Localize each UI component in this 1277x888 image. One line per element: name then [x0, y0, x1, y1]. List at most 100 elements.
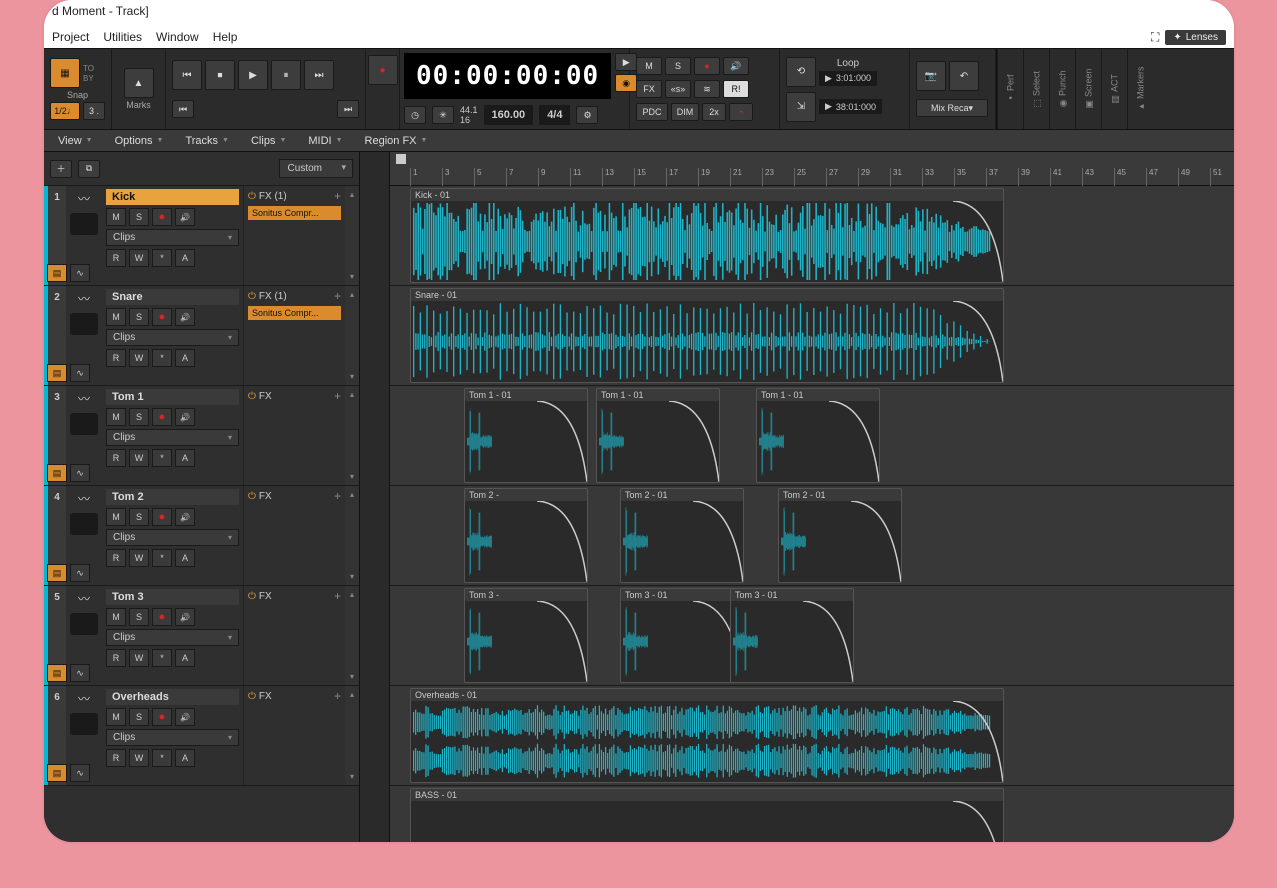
viewbar-options[interactable]: Options▼ [105, 133, 174, 149]
track-lane[interactable]: BASS - 01 [390, 786, 1234, 842]
fx-power-icon[interactable]: ⏻ [248, 191, 256, 202]
track-waveform-icon[interactable]: ∿ [70, 664, 90, 682]
audio-clip[interactable]: Snare - 01 [410, 288, 1004, 383]
audio-clip[interactable]: BASS - 01 [410, 788, 1004, 842]
track-automation-*[interactable]: * [152, 649, 172, 667]
track-automation-R[interactable]: R [106, 349, 126, 367]
audio-clip[interactable]: Overheads - 01 [410, 688, 1004, 783]
record-button[interactable]: ● [368, 55, 398, 85]
track-name[interactable]: Snare [106, 289, 239, 305]
track-edit-filter-icon[interactable]: ▤ [47, 264, 67, 282]
track-header[interactable]: 1 〰 Kick M S Clips RW*A ⏻ FX (1)+ Sonitu… [44, 186, 359, 286]
viewbar-clips[interactable]: Clips▼ [241, 133, 296, 149]
track-edit-filter-icon[interactable]: ▤ [47, 564, 67, 582]
track-clips-dropdown[interactable]: Clips [106, 329, 239, 346]
track-solo-button[interactable]: S [129, 708, 149, 726]
track-arm-button[interactable] [152, 208, 172, 226]
track-solo-button[interactable]: S [129, 508, 149, 526]
track-collapse[interactable]: ▴▾ [345, 486, 359, 585]
loop-out[interactable]: ▶ 38:01:000 [819, 99, 882, 114]
track-mute-button[interactable]: M [106, 708, 126, 726]
track-header[interactable]: 5 〰 Tom 3 M S Clips RW*A ⏻ FX+ ▴▾ ▤ ∿ [44, 586, 359, 686]
menu-utilities[interactable]: Utilities [103, 30, 142, 44]
track-header[interactable]: 6 〰 Overheads M S Clips RW*A ⏻ FX+ ▴▾ ▤ … [44, 686, 359, 786]
track-automation-R[interactable]: R [106, 549, 126, 567]
dim-button[interactable]: DIM [671, 103, 699, 121]
screenshot-button[interactable]: 📷 [916, 61, 946, 91]
menu-help[interactable]: Help [213, 30, 238, 44]
sidetab-markers[interactable]: ▸Markers [1127, 49, 1153, 129]
clip-fadeout[interactable] [803, 601, 853, 682]
track-collapse[interactable]: ▴▾ [345, 686, 359, 785]
track-fx-header[interactable]: ⏻ FX+ [248, 389, 341, 403]
track-automation-A[interactable]: A [175, 449, 195, 467]
timeline[interactable]: 1357911131517192123252729313335373941434… [390, 152, 1234, 842]
track-automation-A[interactable]: A [175, 649, 195, 667]
audio-clip[interactable]: Tom 3 - [464, 588, 588, 683]
audio-clip[interactable]: Tom 2 - [464, 488, 588, 583]
track-edit-filter-icon[interactable]: ▤ [47, 764, 67, 782]
menu-project[interactable]: Project [52, 30, 89, 44]
audio-clip[interactable]: Tom 3 - 01 [620, 588, 744, 683]
track-automation-R[interactable]: R [106, 749, 126, 767]
clip-fadeout[interactable] [953, 701, 1003, 782]
track-name[interactable]: Tom 2 [106, 489, 239, 505]
track-name[interactable]: Tom 1 [106, 389, 239, 405]
track-clips-dropdown[interactable]: Clips [106, 629, 239, 646]
fx-add-icon[interactable]: + [334, 589, 341, 603]
clip-fadeout[interactable] [953, 201, 1003, 282]
lenses-button[interactable]: ✦ Lenses [1165, 30, 1226, 45]
track-monitor-button[interactable] [175, 508, 195, 526]
ffwd-button[interactable]: ⏭ [304, 60, 334, 90]
loop-toggle-icon[interactable]: ⟲ [786, 57, 816, 87]
clip-fadeout[interactable] [537, 601, 587, 682]
tempo-value[interactable]: 160.00 [484, 105, 534, 125]
track-collapse[interactable]: ▴▾ [345, 386, 359, 485]
track-lane[interactable]: Tom 1 - 01 Tom 1 - 01 Tom 1 - 01 [390, 386, 1234, 486]
mute-button[interactable]: M [636, 57, 662, 75]
track-clips-dropdown[interactable]: Clips [106, 529, 239, 546]
track-monitor-button[interactable] [175, 408, 195, 426]
track-automation-*[interactable]: * [152, 449, 172, 467]
track-automation-W[interactable]: W [129, 249, 149, 267]
track-solo-button[interactable]: S [129, 408, 149, 426]
audio-clip[interactable]: Kick - 01 [410, 188, 1004, 283]
clip-fadeout[interactable] [693, 501, 743, 582]
track-preset-dropdown[interactable]: Custom [279, 159, 353, 178]
viewbar-tracks[interactable]: Tracks▼ [175, 133, 239, 149]
clip-fadeout[interactable] [851, 501, 901, 582]
marks-button[interactable]: ▲ [124, 68, 154, 98]
goto-start-button[interactable]: ⏮ [172, 100, 194, 118]
fx-power-icon[interactable]: ⏻ [248, 491, 256, 502]
viewbar-regionfx[interactable]: Region FX▼ [355, 133, 438, 149]
track-mute-button[interactable]: M [106, 608, 126, 626]
track-monitor-button[interactable] [175, 608, 195, 626]
track-fx-chip[interactable]: Sonitus Compr... [248, 306, 341, 320]
sidetab-select[interactable]: ⬚Select [1023, 49, 1049, 129]
sidetab-act[interactable]: ▤ACT [1101, 49, 1127, 129]
solo-button[interactable]: S [665, 57, 691, 75]
track-monitor-button[interactable] [175, 308, 195, 326]
fx-bypass-button[interactable]: FX [636, 80, 662, 98]
track-waveform-icon[interactable]: ∿ [70, 564, 90, 582]
track-fx-chip[interactable]: Sonitus Compr... [248, 206, 341, 220]
track-arm-button[interactable] [152, 508, 172, 526]
track-automation-W[interactable]: W [129, 449, 149, 467]
track-automation-A[interactable]: A [175, 349, 195, 367]
track-lane[interactable]: Tom 2 - Tom 2 - 01 Tom 2 - 01 [390, 486, 1234, 586]
timecode-display[interactable]: 00:00:00:00 [404, 53, 611, 99]
track-fx-header[interactable]: ⏻ FX+ [248, 689, 341, 703]
pause-button[interactable]: ⏸ [271, 60, 301, 90]
stop-button[interactable]: ⏹ [205, 60, 235, 90]
timesig-value[interactable]: 4/4 [539, 105, 570, 125]
arm-button[interactable]: ● [694, 57, 720, 75]
undo-button[interactable]: ↶ [949, 61, 979, 91]
track-lane[interactable]: Kick - 01 [390, 186, 1234, 286]
track-fx-header[interactable]: ⏻ FX (1)+ [248, 189, 341, 203]
fullscreen-icon[interactable]: ⛶ [1151, 30, 1159, 45]
punch-toggle-icon[interactable]: ⇲ [786, 92, 816, 122]
fx-power-icon[interactable]: ⏻ [248, 691, 256, 702]
fx-add-icon[interactable]: + [334, 389, 341, 403]
viewbar-view[interactable]: View▼ [48, 133, 103, 149]
track-automation-W[interactable]: W [129, 749, 149, 767]
